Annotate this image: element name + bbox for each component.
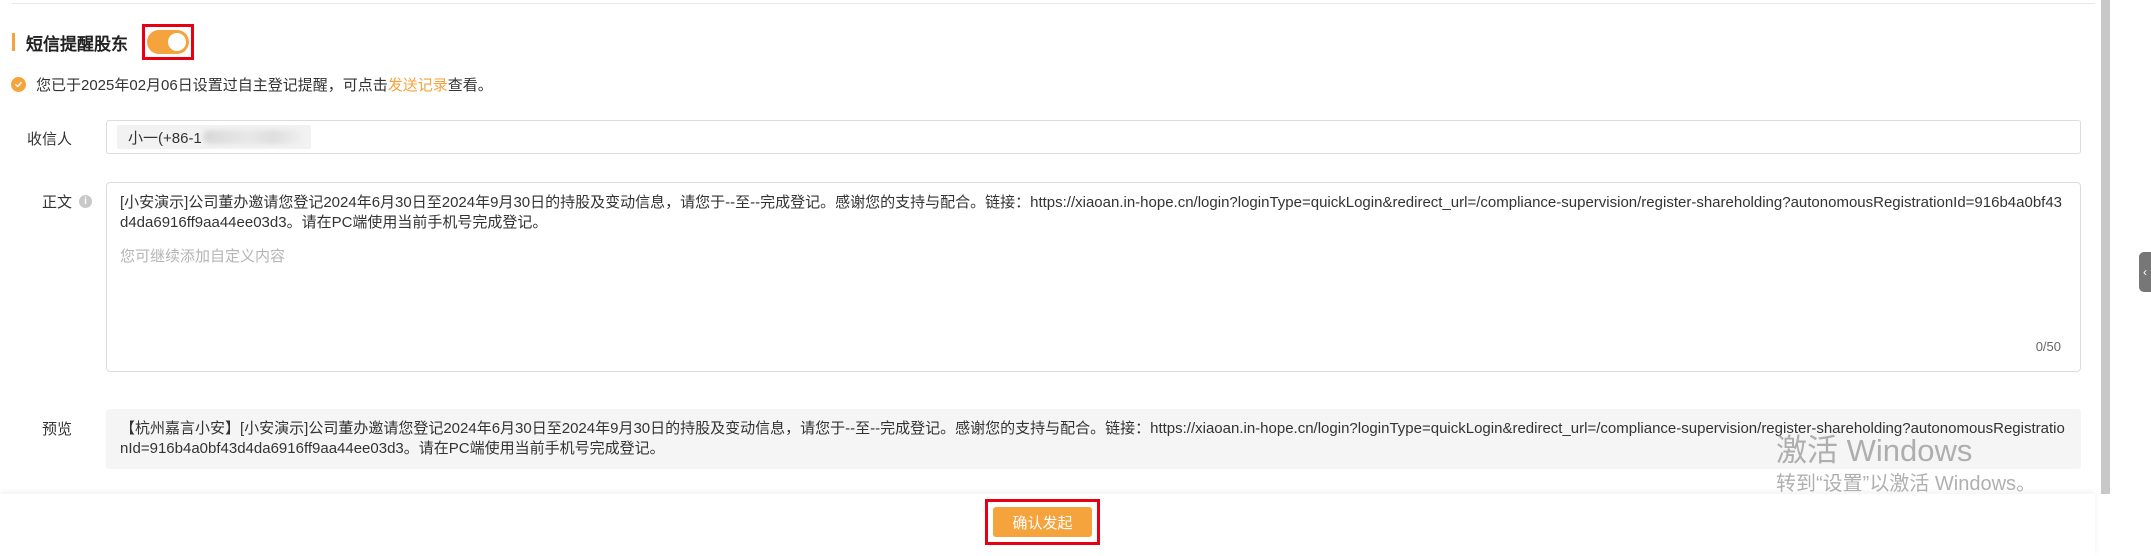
toggle-knob [168, 33, 186, 51]
preview-label: 预览 [42, 421, 73, 438]
char-counter: 0/50 [2035, 339, 2061, 354]
section-title: 短信提醒股东 [26, 34, 128, 54]
sms-reminder-toggle[interactable] [147, 30, 189, 54]
chevron-left-icon[interactable]: ‹ [2139, 252, 2151, 292]
recipient-label: 收信人 [27, 131, 73, 148]
info-icon[interactable]: i [79, 195, 93, 208]
section-header: 短信提醒股东 [12, 22, 194, 62]
notice-text-before: 您已于2025年02月06日设置过自主登记提醒，可点击 [36, 76, 388, 94]
toggle-highlight-box [142, 24, 194, 60]
page: 短信提醒股东 您已于2025年02月06日设置过自主登记提醒，可点击 发送记录 … [0, 0, 2151, 556]
notice-message: 您已于2025年02月06日设置过自主登记提醒，可点击 发送记录 查看。 [11, 74, 493, 94]
top-divider [12, 3, 2095, 4]
body-placeholder: 您可继续添加自定义内容 [120, 248, 286, 265]
body-label: 正文 [42, 194, 73, 211]
confirm-highlight-box: 确认发起 [985, 499, 1100, 545]
body-content: [小安演示]公司董办邀请您登记2024年6月30日至2024年9月30日的持股及… [120, 194, 2063, 231]
send-record-link[interactable]: 发送记录 [388, 74, 448, 95]
masked-phone-number [202, 130, 303, 144]
body-label-group: 正文 i [42, 191, 93, 212]
recipient-tag-text: 小一(+86-1 [128, 129, 202, 147]
check-circle-icon [11, 76, 26, 92]
body-textarea[interactable]: [小安演示]公司董办邀请您登记2024年6月30日至2024年9月30日的持股及… [106, 182, 2081, 372]
preview-content: 【杭州嘉言小安】[小安演示]公司董办邀请您登记2024年6月30日至2024年9… [106, 409, 2081, 469]
section-accent-bar [12, 33, 15, 51]
recipient-input[interactable]: 小一(+86-1 [106, 120, 2081, 154]
confirm-button[interactable]: 确认发起 [993, 507, 1092, 537]
notice-text-after: 查看。 [447, 76, 493, 94]
recipient-tag[interactable]: 小一(+86-1 [117, 125, 311, 149]
vertical-scrollbar[interactable] [2101, 0, 2110, 494]
